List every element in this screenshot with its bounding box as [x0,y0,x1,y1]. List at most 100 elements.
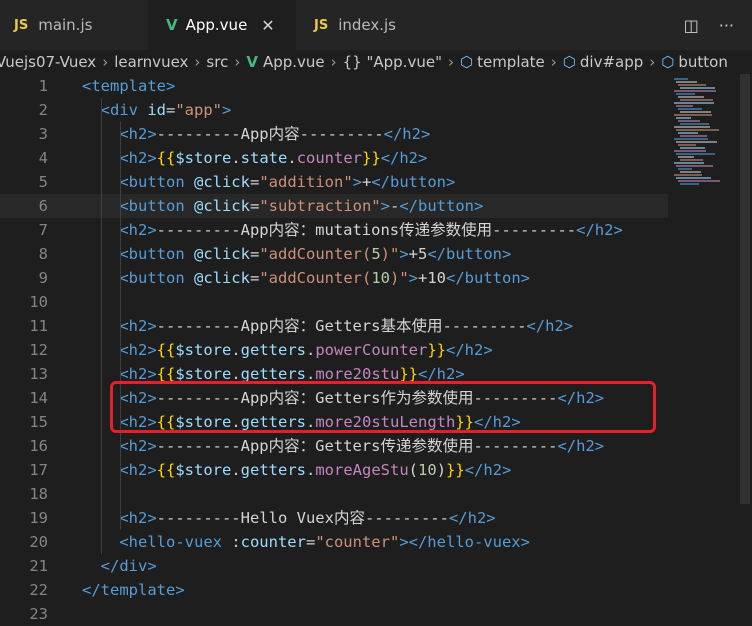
line-number: 15 [29,413,48,431]
code-token: . [231,461,241,479]
breadcrumb-button[interactable]: button [678,53,727,71]
code-token: id [147,101,166,119]
code-token: </h2> [448,509,496,527]
code-token: > [408,269,418,287]
code-token: "counter" [315,533,400,551]
minimap-line [674,138,708,140]
breadcrumb-div[interactable]: div#app [580,53,643,71]
minimap-line [678,168,692,170]
cube-icon: ⬡ [661,53,675,71]
code-text: <hello-vuex :counter="counter"></hello-v… [82,530,530,554]
code-token: <button [82,245,194,263]
code-line[interactable]: 22 </template> [0,578,668,602]
code-token: <button [82,173,194,191]
minimap-line [678,180,720,182]
minimap-line [674,126,710,128]
split-editor-icon[interactable]: ◫ [684,16,699,35]
indent-guide [101,98,102,554]
line-number: 2 [38,101,48,119]
chevron-right-icon: › [550,53,557,71]
code-text: <button @click="addCounter(10)">+10</but… [82,266,530,290]
vertical-scrollbar[interactable] [738,74,752,610]
line-number: 22 [29,581,48,599]
code-token: </button> [399,197,484,215]
code-token: + [362,173,372,191]
scrollbar-thumb[interactable] [740,74,750,504]
breadcrumb-src[interactable]: src [206,53,228,71]
code-token: </div> [82,557,157,575]
code-token: > [352,173,362,191]
tab-main-js[interactable]: JS main.js [0,0,148,50]
code-text: <template> [82,74,175,98]
line-number: 17 [29,461,48,479]
minimap-line [676,105,693,107]
minimap-line [676,93,695,95]
code-text: <button @click="addCounter(5)">+5</butto… [82,242,511,266]
code-text: <button @click="addition">+</button> [82,170,455,194]
breadcrumb-root[interactable]: Vuejs07-Vuex [0,53,96,71]
code-token: = [249,269,260,287]
code-token: powerCounter [315,341,428,359]
minimap-line [680,111,711,113]
code-token: = [249,245,260,263]
line-number: 4 [38,149,48,167]
line-number: 6 [38,197,48,215]
close-icon[interactable]: ✕ [261,16,274,35]
code-text: <h2>---------App内容：Getters传递参数使用--------… [82,434,604,458]
code-line[interactable]: 1 <template> [0,74,668,98]
code-token: </h2> [576,221,623,239]
code-editor[interactable]: 1 <template> 2 <div id="app"> 3 <h2>-------… [0,74,668,623]
code-token: "addition" [259,173,353,191]
breadcrumb-file[interactable]: App.vue [263,53,325,71]
more-actions-icon[interactable]: ··· [719,16,734,35]
code-token: state [240,149,288,167]
code-token: counter [296,149,363,167]
code-token: . [306,341,316,359]
code-token: > [399,245,409,263]
minimap-line [680,171,701,173]
chevron-right-icon: › [649,53,656,71]
code-token: moreAgeStu [315,461,409,479]
code-token: ---------App内容：Getters基本使用--------- [156,317,527,335]
minimap-line [680,99,713,101]
code-token: ---------App内容：Getters传递参数使用--------- [156,437,558,455]
minimap-line [676,81,697,83]
breadcrumb-template[interactable]: template [477,53,545,71]
code-token: </h2> [446,341,493,359]
minimap[interactable] [668,74,738,610]
code-token: </h2> [526,317,574,335]
code-token: {{ [156,149,176,167]
line-number: 7 [38,221,48,239]
minimap-line [674,114,712,116]
code-token: $store [175,149,232,167]
code-token: - [390,197,400,215]
js-file-icon: JS [14,17,29,33]
breadcrumb-folder[interactable]: learnvuex [114,53,188,71]
tab-bar: JS main.js V App.vue ✕ JS index.js ◫ ··· [0,0,752,50]
tab-index-js[interactable]: JS index.js [296,0,446,50]
minimap-line [674,174,702,176]
minimap-line [680,123,709,125]
code-token: <button [82,197,194,215]
minimap-line [680,147,705,149]
code-token: @click [193,197,250,215]
minimap-line [678,144,696,146]
breadcrumb-object[interactable]: {} "App.vue" [343,53,442,71]
code-token: . [287,149,297,167]
code-token: > [222,101,232,119]
code-token: {{ [156,461,176,479]
minimap-line [680,135,707,137]
tab-app-vue[interactable]: V App.vue ✕ [148,0,296,50]
code-token: <button [82,269,194,287]
chevron-right-icon: › [234,53,241,71]
code-text: <div id="app"> [82,98,232,122]
line-number: 1 [38,77,48,95]
code-line[interactable]: 21 </div> [0,554,668,578]
code-token: }} [446,461,465,479]
vue-file-icon: V [246,53,258,71]
line-number: 16 [29,437,48,455]
tab-label: main.js [38,16,93,34]
code-line[interactable]: 23 [0,602,668,626]
code-token: </h2> [464,461,512,479]
code-token: $store [175,341,232,359]
